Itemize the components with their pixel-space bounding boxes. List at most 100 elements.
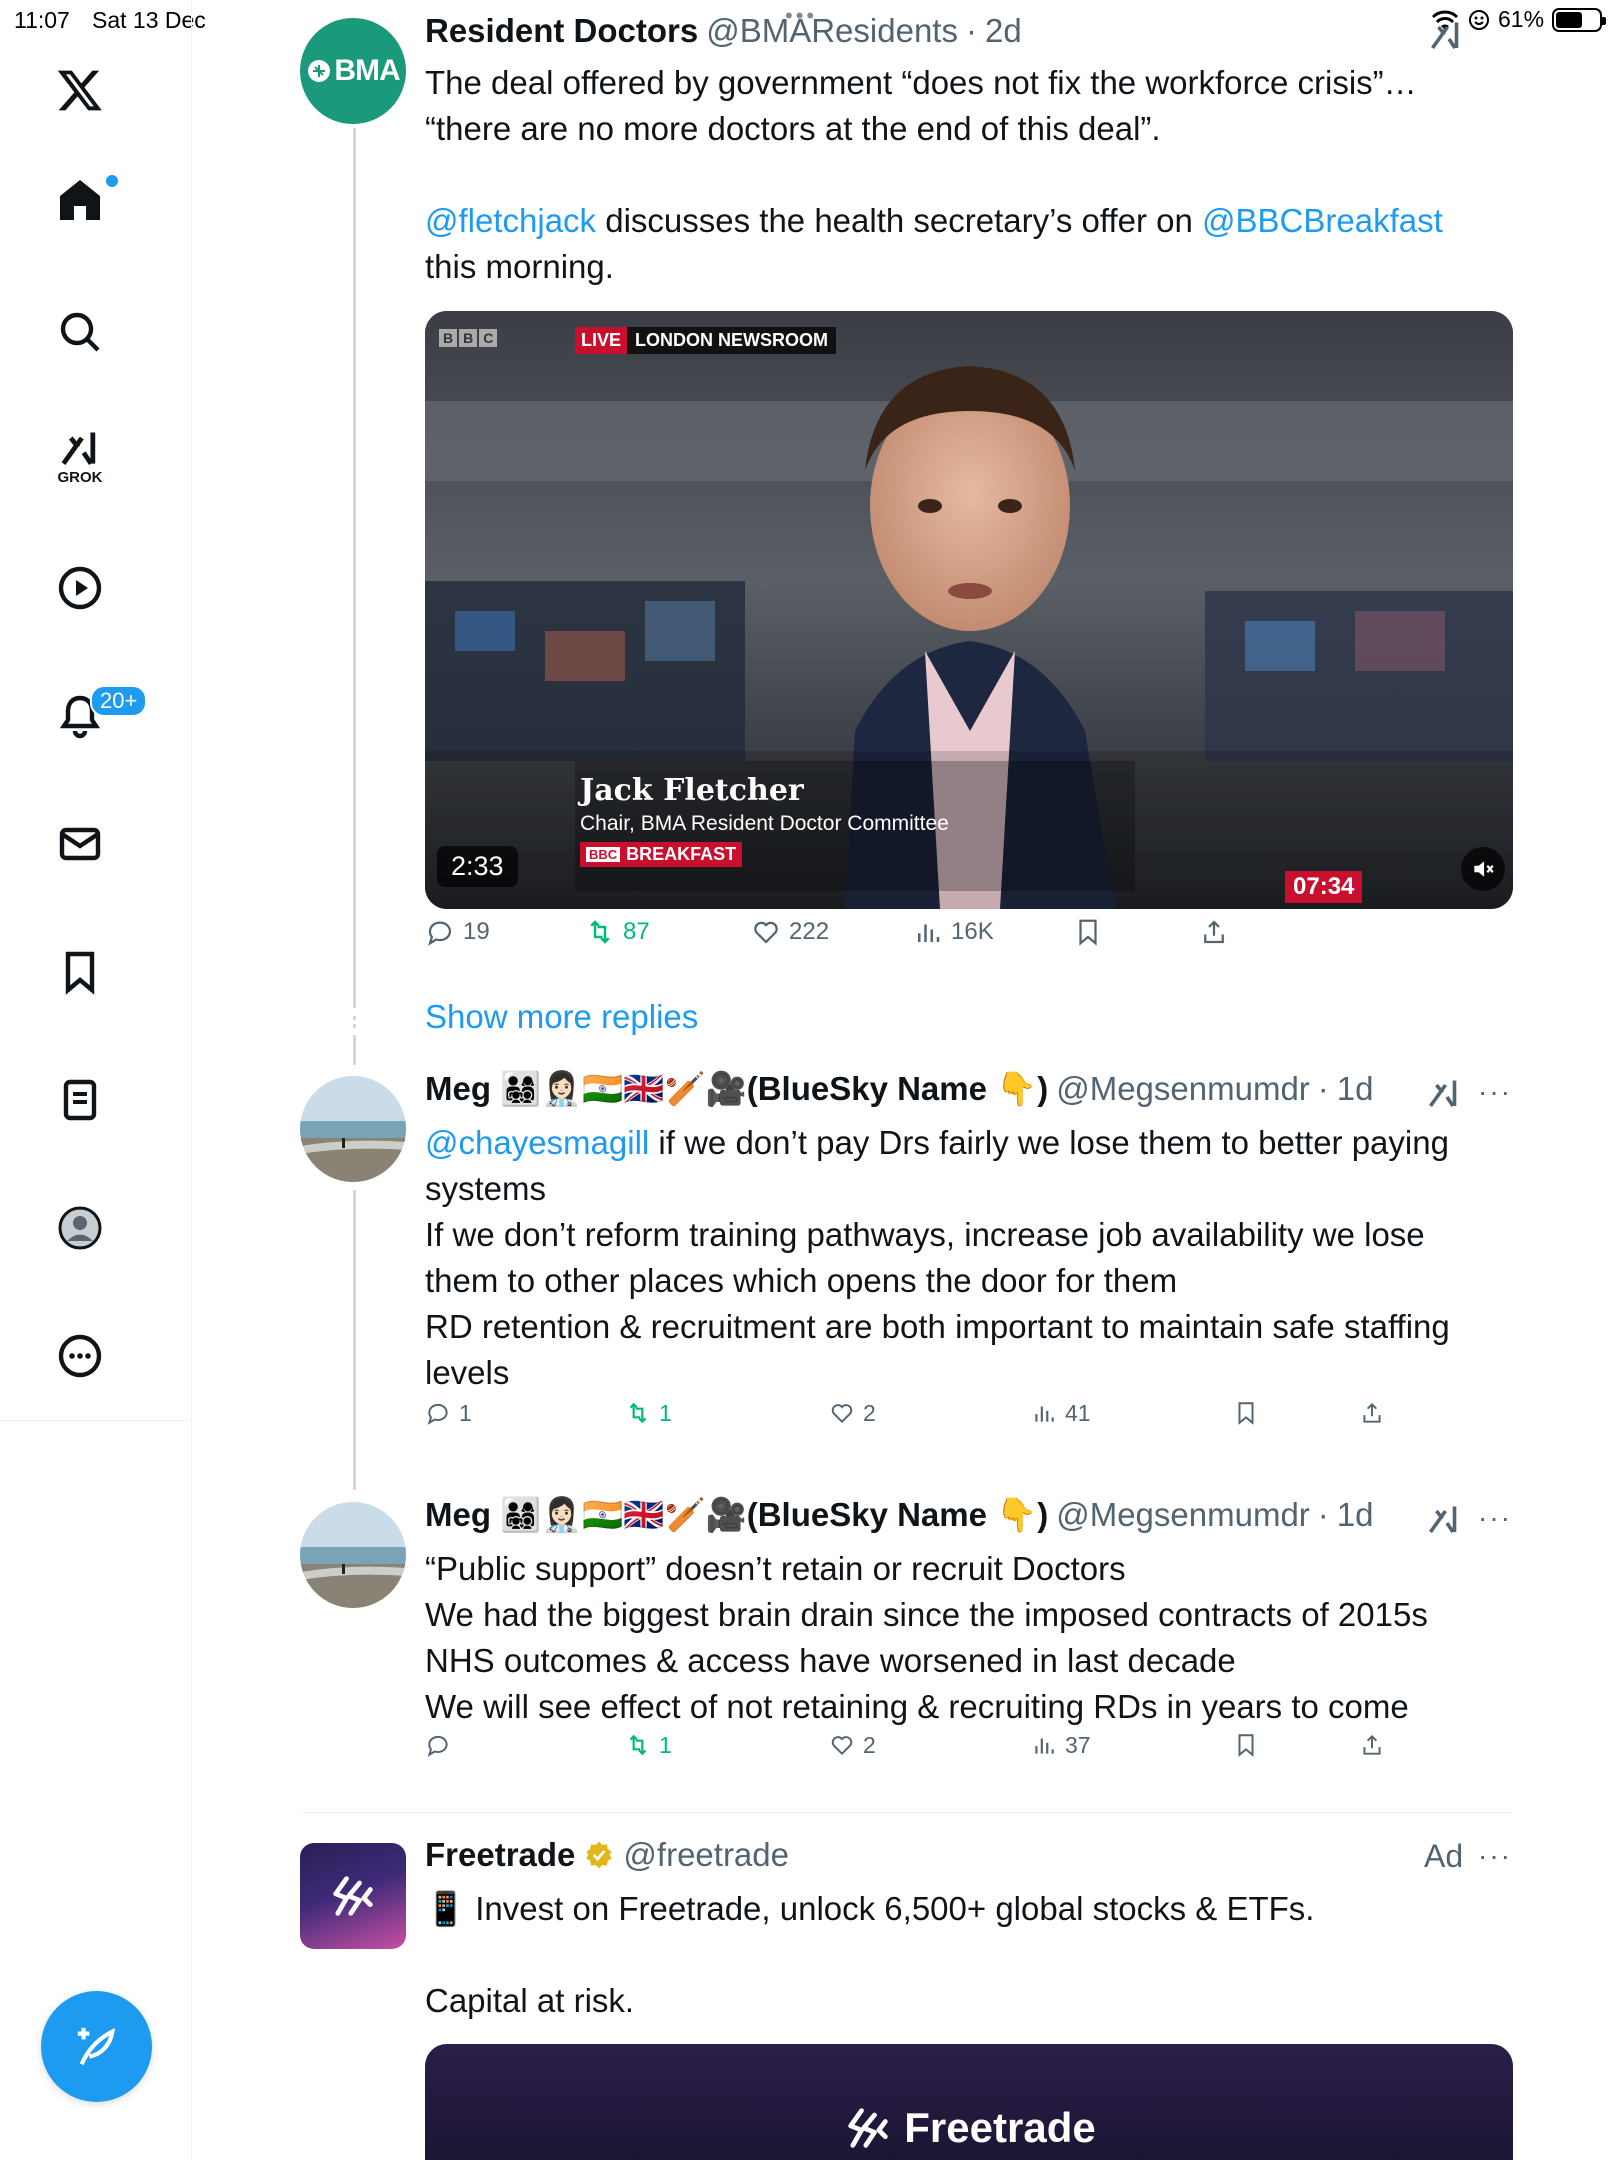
bookmark-icon — [1238, 1734, 1254, 1757]
search-icon[interactable] — [40, 292, 120, 372]
author-handle[interactable]: @BMAResidents — [706, 12, 958, 50]
more-menu-icon[interactable]: ··· — [1478, 1840, 1512, 1872]
tweet-header: Freetrade @freetrade — [425, 1836, 789, 1874]
ad-label: Ad — [1424, 1838, 1464, 1874]
share-button[interactable] — [1199, 917, 1229, 947]
mute-button[interactable] — [1461, 847, 1505, 891]
tweet-text-line: “Public support” doesn’t retain or recru… — [425, 1550, 1126, 1587]
tweet-text-segment: discusses the health secretary’s offer o… — [596, 202, 1203, 239]
lists-icon[interactable] — [40, 1060, 120, 1140]
tweet-time[interactable]: 1d — [1337, 1496, 1374, 1534]
tweet-time[interactable]: 2d — [985, 12, 1022, 50]
grok-icon[interactable]: GROK — [40, 416, 120, 496]
views-button[interactable]: 16K — [913, 917, 994, 947]
x-logo-icon[interactable] — [40, 50, 120, 130]
retweet-count: 1 — [659, 1399, 672, 1426]
avatar-text: BMA — [334, 54, 400, 87]
mention-link[interactable]: @fletchjack — [425, 202, 596, 239]
tweet-body: The deal offered by government “does not… — [425, 60, 1505, 290]
like-count: 2 — [863, 1731, 876, 1758]
tweet-text-line: The deal offered by government “does not… — [425, 64, 1417, 101]
share-button[interactable] — [1359, 1400, 1385, 1426]
ad-banner[interactable]: Freetrade — [425, 2044, 1513, 2160]
messages-envelope-icon[interactable] — [40, 804, 120, 884]
video-player[interactable]: B B C LIVE LONDON NEWSROOM Jack Fletcher… — [425, 311, 1513, 909]
reply-count: 19 — [463, 918, 490, 945]
tweet-text-line: RD retention & recruitment are both impo… — [425, 1308, 1450, 1391]
reply-button[interactable] — [425, 1732, 459, 1758]
tweet-text-line: “there are no more doctors at the end of… — [425, 110, 1161, 147]
author-handle[interactable]: @freetrade — [623, 1836, 789, 1874]
retweet-button[interactable]: 1 — [625, 1400, 672, 1427]
more-menu-icon[interactable]: ··· — [1478, 1076, 1512, 1108]
reply-button[interactable]: 19 — [425, 917, 490, 947]
reply-icon — [428, 921, 452, 946]
author-handle[interactable]: @Megsenmumdr — [1056, 1070, 1310, 1108]
views-button[interactable]: 37 — [1031, 1732, 1091, 1759]
home-icon[interactable] — [40, 160, 120, 240]
live-label: LIVE — [575, 327, 628, 354]
bookmark-button[interactable] — [1233, 1732, 1259, 1758]
tweet-text-line: NHS outcomes & access have worsened in l… — [425, 1642, 1236, 1679]
tweet-text-line: We had the biggest brain drain since the… — [425, 1596, 1428, 1633]
retweet-button[interactable]: 87 — [585, 917, 650, 947]
person-title: Chair, BMA Resident Doctor Committee — [580, 812, 949, 835]
avatar-meg[interactable] — [300, 1502, 406, 1608]
grok-xai-icon[interactable] — [1426, 1076, 1462, 1112]
video-play-icon[interactable] — [40, 548, 120, 628]
author-name[interactable]: Freetrade — [425, 1836, 575, 1874]
bma-logo-icon — [308, 60, 331, 82]
like-count: 222 — [789, 918, 830, 945]
grok-label: GROK — [57, 468, 103, 486]
view-count: 16K — [951, 918, 994, 945]
retweet-button[interactable]: 1 — [625, 1732, 672, 1759]
notifications-badge: 20+ — [90, 685, 148, 717]
share-button[interactable] — [1359, 1732, 1385, 1758]
bookmark-button[interactable] — [1073, 917, 1103, 947]
lower-third: Jack Fletcher Chair, BMA Resident Doctor… — [580, 773, 949, 867]
grok-xai-icon[interactable] — [1426, 1502, 1462, 1538]
retweet-icon — [629, 1402, 647, 1424]
view-count: 37 — [1065, 1731, 1091, 1758]
show-more-replies-link[interactable]: Show more replies — [425, 998, 698, 1036]
more-menu-icon[interactable]: ··· — [1478, 1502, 1512, 1534]
bbc-logo-mini: BBC — [586, 847, 621, 862]
like-button[interactable]: 222 — [751, 917, 829, 947]
bookmark-button[interactable] — [1233, 1400, 1259, 1426]
tweet-time[interactable]: 1d — [1337, 1070, 1374, 1108]
like-button[interactable]: 2 — [829, 1400, 876, 1427]
tweet-header: Meg 👨‍👩‍👧‍👦👩🏻‍⚕️🇮🇳🇬🇧🏏🎥(BlueSky Name 👇) @… — [425, 1070, 1374, 1109]
bbc-logo-corner: B B C — [439, 329, 498, 347]
compose-post-button[interactable] — [41, 1991, 152, 2102]
author-name[interactable]: Resident Doctors — [425, 12, 698, 50]
avatar-freetrade[interactable] — [300, 1843, 406, 1949]
avatar-meg[interactable] — [300, 1076, 406, 1182]
tweet-header: Meg 👨‍👩‍👧‍👦👩🏻‍⚕️🇮🇳🇬🇧🏏🎥(BlueSky Name 👇) @… — [425, 1496, 1374, 1535]
bookmark-icon — [1079, 919, 1097, 946]
author-name[interactable]: Meg 👨‍👩‍👧‍👦👩🏻‍⚕️🇮🇳🇬🇧🏏🎥(BlueSky Name 👇) — [425, 1496, 1048, 1535]
author-handle[interactable]: @Megsenmumdr — [1056, 1496, 1310, 1534]
sidebar-divider — [0, 1420, 192, 1421]
bookmark-icon[interactable] — [40, 932, 120, 1012]
views-button[interactable]: 41 — [1031, 1400, 1091, 1427]
bookmark-icon — [1238, 1402, 1254, 1425]
speaker-muted-icon — [1474, 861, 1494, 877]
tweet-text-line: If we don’t reform training pathways, in… — [425, 1216, 1425, 1299]
more-options-icon[interactable] — [40, 1316, 120, 1396]
mention-link[interactable]: @chayesmagill — [425, 1124, 649, 1161]
battery-fill — [1556, 11, 1583, 28]
like-button[interactable]: 2 — [829, 1732, 876, 1759]
home-unread-dot — [106, 175, 118, 187]
broadcast-clock: 07:34 — [1285, 871, 1363, 903]
grok-xai-icon[interactable] — [1428, 18, 1464, 54]
share-icon — [1204, 920, 1224, 944]
reply-button[interactable]: 1 — [425, 1400, 472, 1427]
battery-icon — [1552, 7, 1607, 32]
profile-avatar-icon[interactable] — [40, 1188, 120, 1268]
battery-percent: 61% — [1498, 6, 1545, 32]
reply-count: 1 — [459, 1399, 472, 1426]
thread-line — [353, 1190, 356, 1490]
author-name[interactable]: Meg 👨‍👩‍👧‍👦👩🏻‍⚕️🇮🇳🇬🇧🏏🎥(BlueSky Name 👇) — [425, 1070, 1048, 1109]
avatar-bma[interactable]: BMA — [300, 18, 406, 124]
mention-link[interactable]: @BBCBreakfast — [1202, 202, 1443, 239]
